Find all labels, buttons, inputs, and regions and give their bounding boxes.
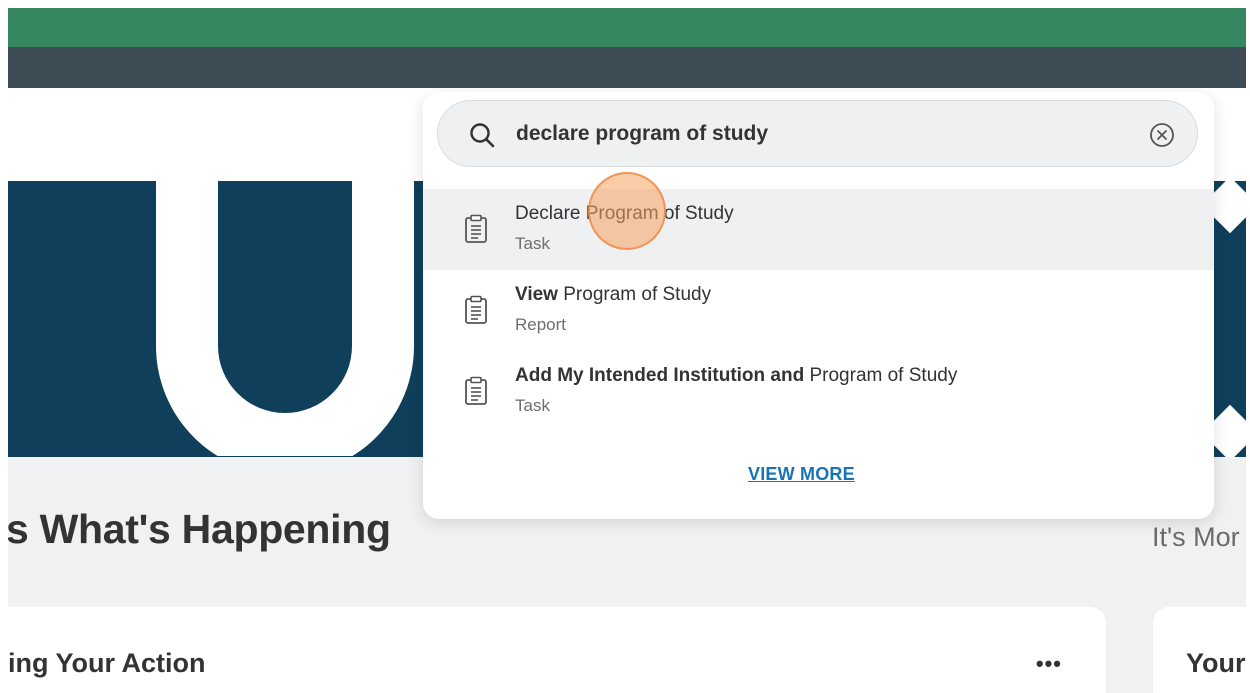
clipboard-icon: [465, 376, 487, 405]
search-result-item[interactable]: View Program of Study Report: [423, 270, 1214, 351]
card-more-options-button[interactable]: •••: [1036, 651, 1062, 677]
search-input[interactable]: [514, 113, 1128, 155]
search-result-item[interactable]: Declare Program of Study Task: [423, 189, 1214, 270]
your-card: Your: [1153, 607, 1246, 693]
search-result-title: Add My Intended Institution and Program …: [515, 365, 958, 386]
search-result-type: Report: [515, 315, 567, 334]
search-result-item[interactable]: Add My Intended Institution and Program …: [423, 351, 1214, 432]
section-title-more: It's Mor: [1152, 522, 1240, 552]
banner-letter-u-graphic: [156, 181, 414, 456]
search-result-type: Task: [515, 234, 550, 253]
search-box[interactable]: [437, 100, 1198, 167]
awaiting-action-card: ing Your Action •••: [8, 607, 1106, 693]
search-icon: [470, 123, 495, 148]
section-title-happening: s What's Happening: [8, 506, 391, 552]
awaiting-action-card-title: ing Your Action: [8, 648, 206, 678]
search-dropdown-panel: Declare Program of Study Task View Progr…: [423, 92, 1214, 519]
view-more-link[interactable]: VIEW MORE: [748, 464, 855, 485]
clipboard-icon: [465, 214, 487, 243]
secondary-header-bar: [8, 47, 1246, 88]
clear-search-icon[interactable]: [1148, 121, 1176, 149]
global-header-bar: [8, 8, 1246, 47]
search-result-title: View Program of Study: [515, 284, 712, 305]
app-frame: s What's Happening It's Mor ing Your Act…: [8, 8, 1246, 693]
search-result-title: Declare Program of Study: [515, 203, 734, 224]
clipboard-icon: [465, 295, 487, 324]
search-result-type: Task: [515, 396, 550, 415]
your-card-title: Your: [1186, 648, 1246, 678]
